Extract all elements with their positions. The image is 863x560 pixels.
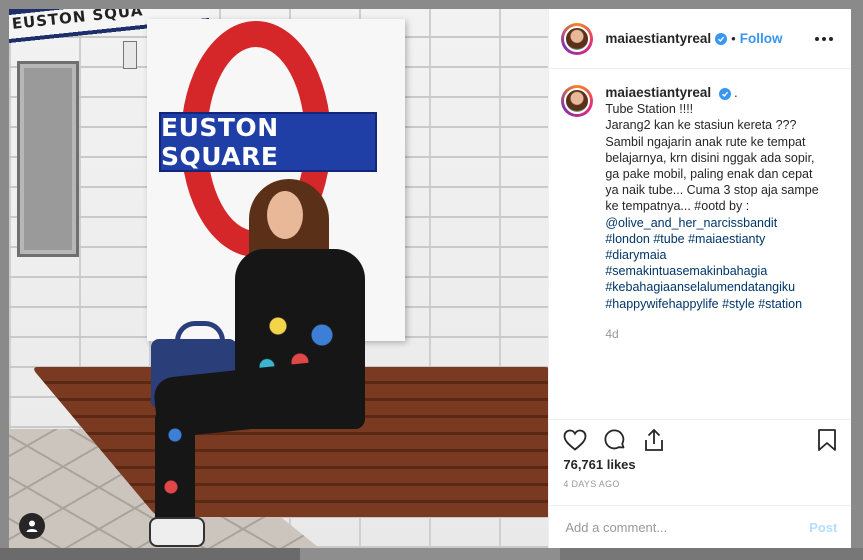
station-name-sign: EUSTON SQUARE bbox=[159, 112, 377, 172]
wall-switch bbox=[123, 41, 137, 69]
caption-time[interactable]: 4d bbox=[605, 326, 825, 342]
person-sneaker bbox=[149, 517, 205, 547]
post-modal: EUSTON SQUA EUSTON SQUARE maiaestiantyre… bbox=[9, 9, 851, 548]
comment-icon[interactable] bbox=[603, 428, 627, 452]
caption-hashtags[interactable]: @olive_and_her_narcissbandit #london #tu… bbox=[605, 215, 825, 312]
caption-dot: . bbox=[734, 86, 738, 100]
share-icon[interactable] bbox=[643, 428, 665, 452]
likes-count[interactable]: 76,761 likes bbox=[563, 457, 635, 472]
avatar-image bbox=[564, 25, 591, 52]
follow-button[interactable]: Follow bbox=[740, 31, 783, 46]
verified-badge-icon bbox=[715, 32, 728, 45]
header-separator: • bbox=[731, 31, 736, 46]
user-icon bbox=[26, 520, 38, 532]
comment-input[interactable] bbox=[563, 518, 810, 536]
caption-avatar[interactable] bbox=[561, 85, 594, 117]
caption-username[interactable]: maiaestiantyreal bbox=[605, 85, 711, 100]
post-date[interactable]: 4 DAYS AGO bbox=[563, 479, 619, 489]
author-username[interactable]: maiaestiantyreal bbox=[605, 31, 711, 46]
bookmark-icon[interactable] bbox=[817, 428, 837, 452]
verified-badge-icon bbox=[718, 88, 731, 100]
author-avatar[interactable] bbox=[561, 22, 594, 55]
avatar-image bbox=[564, 88, 591, 114]
caption-text: Tube Station !!!! Jarang2 kan ke stasiun… bbox=[605, 102, 819, 214]
post-photo[interactable]: EUSTON SQUA EUSTON SQUARE bbox=[9, 9, 549, 548]
post-side-panel: maiaestiantyreal • Follow maiaestiantyre… bbox=[548, 9, 851, 548]
caption-body: maiaestiantyreal . Tube Station !!!! Jar… bbox=[605, 85, 825, 342]
more-options-icon[interactable] bbox=[809, 31, 839, 47]
person-face bbox=[267, 191, 303, 239]
post-comment-button[interactable]: Post bbox=[809, 520, 837, 535]
comment-bar: Post bbox=[549, 505, 851, 548]
background-page-strip bbox=[0, 548, 863, 560]
action-bar bbox=[549, 419, 851, 459]
tagged-user-button[interactable] bbox=[19, 513, 45, 539]
wall-panel bbox=[17, 61, 79, 257]
post-header: maiaestiantyreal • Follow bbox=[549, 9, 851, 69]
heart-icon[interactable] bbox=[563, 429, 587, 451]
caption-block: maiaestiantyreal . Tube Station !!!! Jar… bbox=[549, 69, 851, 342]
